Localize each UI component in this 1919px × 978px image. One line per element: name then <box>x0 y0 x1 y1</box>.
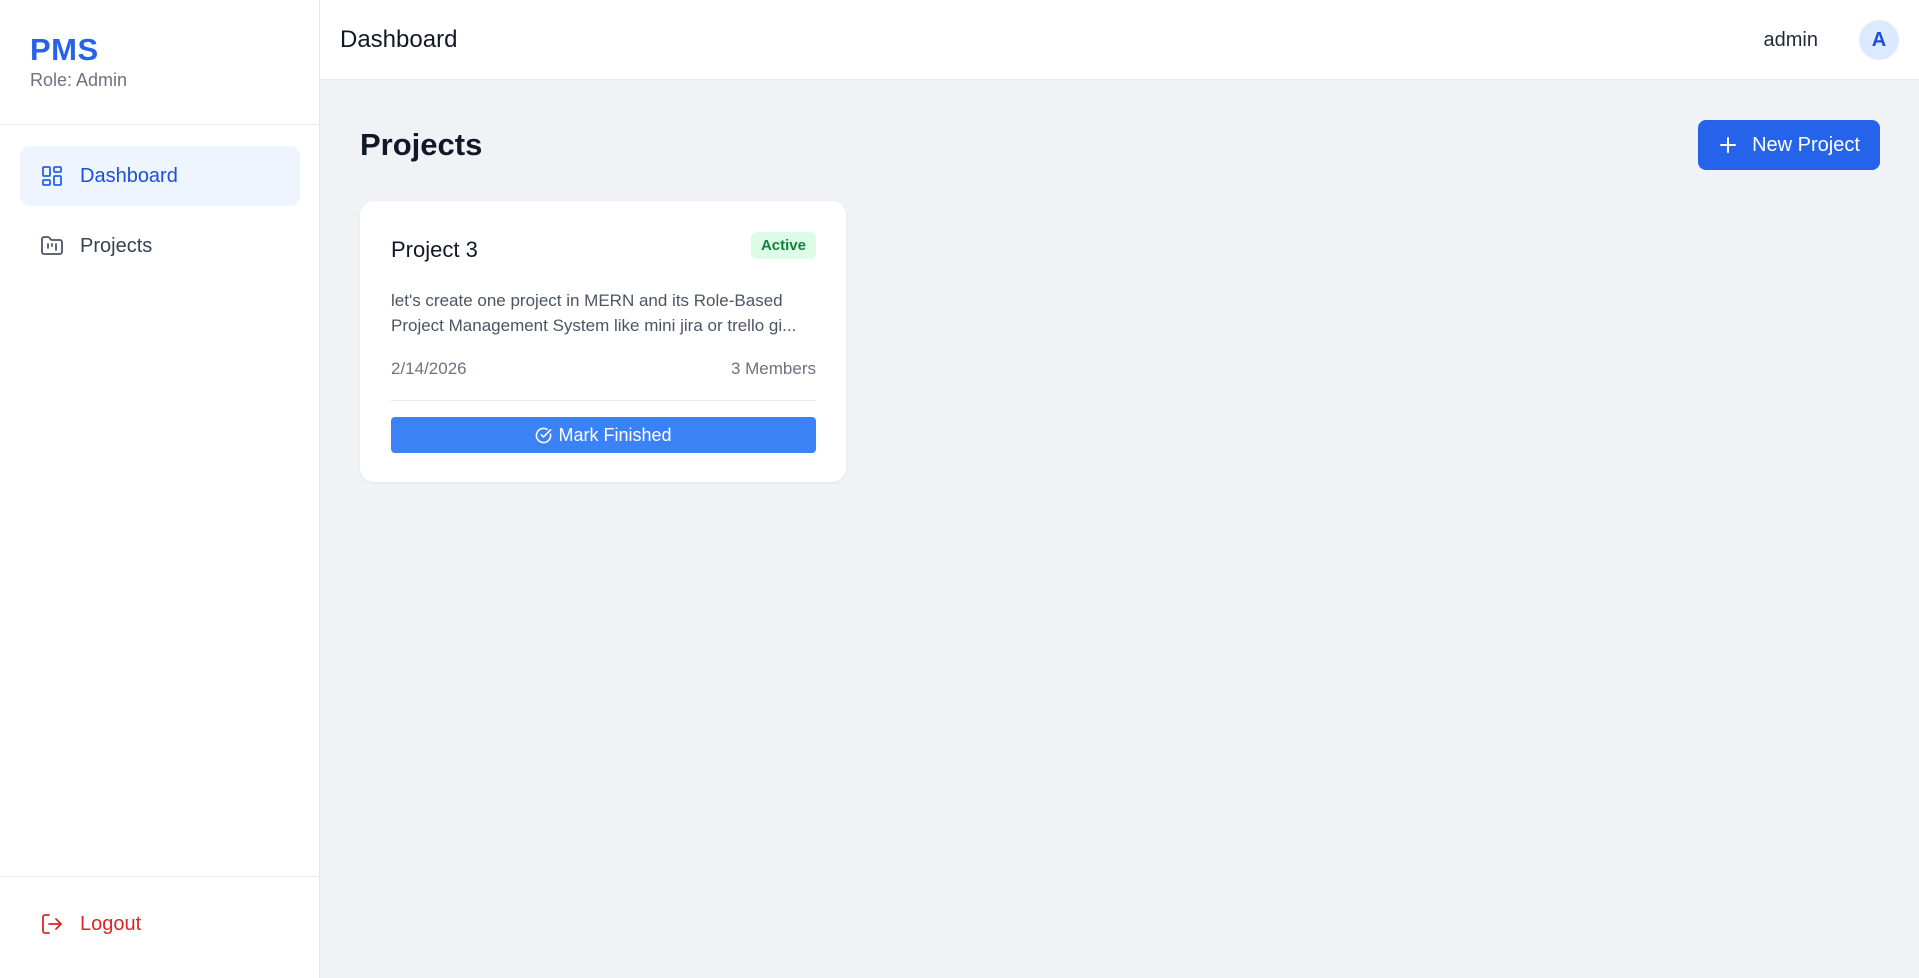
brand: PMS Role: Admin <box>30 32 127 91</box>
mark-finished-button[interactable]: Mark Finished <box>391 417 816 453</box>
plus-icon <box>1718 135 1738 156</box>
logout-button[interactable]: Logout <box>40 912 141 936</box>
project-name: Project 3 <box>391 237 478 262</box>
logout-label: Logout <box>80 912 142 935</box>
project-members: 3 Members <box>730 359 816 378</box>
new-project-button[interactable]: New Project <box>1698 120 1880 170</box>
card-divider <box>391 400 816 401</box>
sidebar-item-projects[interactable]: Projects <box>20 216 300 276</box>
status-badge: Active <box>750 232 816 259</box>
sidebar-item-dashboard[interactable]: Dashboard <box>20 146 300 206</box>
mark-finished-label: Mark Finished <box>558 424 672 445</box>
project-date: 2/14/2026 <box>391 359 467 378</box>
avatar[interactable]: A <box>1859 20 1899 60</box>
user-name: admin <box>1763 29 1818 51</box>
projects-heading: Projects <box>360 127 483 162</box>
sidebar: PMS Role: Admin Dashboard Projects Logou… <box>0 0 320 978</box>
page-title: Dashboard <box>340 26 458 53</box>
sidebar-divider <box>0 124 320 125</box>
sidebar-bottom-divider <box>0 876 320 877</box>
project-description: let's create one project in MERN and its… <box>391 291 797 335</box>
sidebar-item-label: Dashboard <box>80 164 178 187</box>
logout-icon <box>40 912 64 936</box>
brand-logo-text: PMS <box>30 32 99 67</box>
top-header: Dashboard admin A <box>320 0 1919 80</box>
sidebar-item-label: Projects <box>80 234 153 257</box>
user-role-label: Role: Admin <box>30 70 128 90</box>
folder-kanban-icon <box>40 234 64 258</box>
dashboard-grid-icon <box>40 164 64 188</box>
new-project-label: New Project <box>1752 133 1860 156</box>
check-circle-icon <box>535 427 552 444</box>
project-card[interactable]: Project 3 Active let's create one projec… <box>360 201 846 482</box>
